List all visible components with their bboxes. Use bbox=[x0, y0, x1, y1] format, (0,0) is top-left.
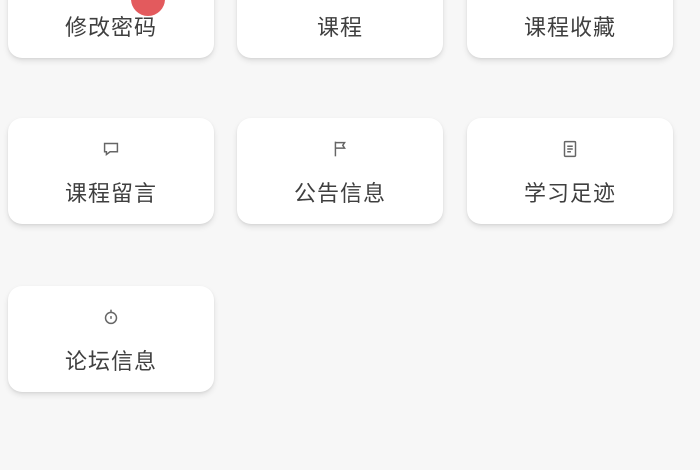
menu-card-label: 课程收藏 bbox=[523, 16, 616, 41]
flag-icon bbox=[327, 136, 353, 162]
menu-card-forum[interactable]: 论坛信息 bbox=[8, 286, 214, 392]
menu-card-label: 学习足迹 bbox=[523, 182, 616, 207]
bulb-icon bbox=[98, 304, 124, 330]
document-icon bbox=[557, 136, 583, 162]
menu-card-course-messages[interactable]: 课程留言 bbox=[8, 118, 214, 224]
menu-card-label: 论坛信息 bbox=[64, 350, 157, 375]
menu-card-label: 公告信息 bbox=[293, 182, 386, 207]
menu-card-course-favorites[interactable]: 课程收藏 bbox=[467, 0, 673, 58]
menu-card-learning-footprint[interactable]: 学习足迹 bbox=[467, 118, 673, 224]
message-icon bbox=[98, 136, 124, 162]
menu-card-change-password[interactable]: 修改密码 bbox=[8, 0, 214, 58]
menu-card-course[interactable]: 课程 bbox=[237, 0, 443, 58]
menu-card-label: 修改密码 bbox=[64, 16, 157, 41]
menu-card-label: 课程 bbox=[316, 16, 363, 41]
menu-card-announcements[interactable]: 公告信息 bbox=[237, 118, 443, 224]
menu-card-label: 课程留言 bbox=[64, 182, 157, 207]
